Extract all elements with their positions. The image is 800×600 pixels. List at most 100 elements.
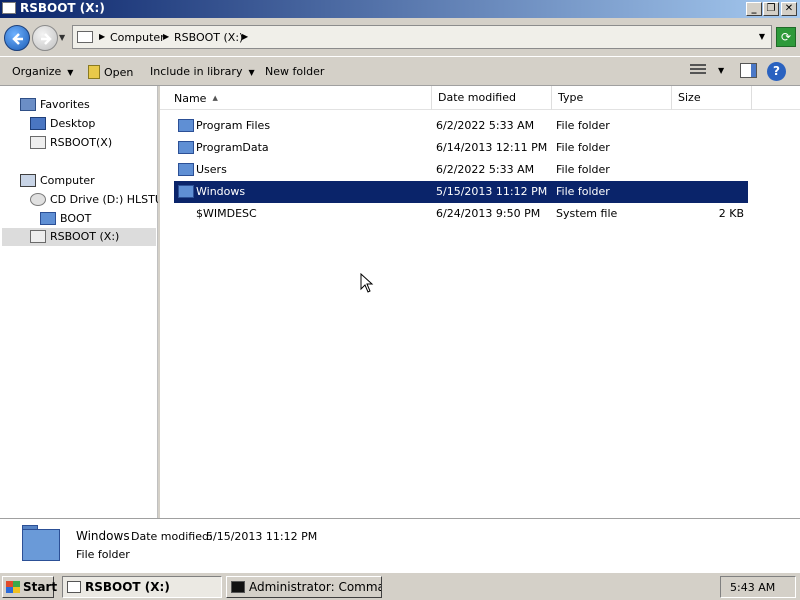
address-bar[interactable]: ▶ Computer ▶ RSBOOT (X:) ▶ ▼ — [72, 25, 772, 49]
forward-arrow-icon — [41, 33, 52, 45]
column-header-type[interactable]: Type — [552, 86, 672, 110]
breadcrumb-separator-icon[interactable]: ▶ — [163, 32, 169, 41]
recent-pages-dropdown[interactable]: ▼ — [59, 33, 65, 42]
nav-computer[interactable]: Computer — [20, 172, 150, 190]
navigation-pane: Favorites Desktop RSBOOT(X) Computer CD … — [0, 86, 158, 518]
file-row[interactable]: Program Files 6/2/2022 5:33 AM File fold… — [174, 115, 748, 137]
drive-icon — [77, 31, 93, 43]
taskbar-button-explorer[interactable]: RSBOOT (X:) — [62, 576, 222, 598]
minimize-button[interactable]: _ — [746, 2, 762, 16]
file-name: $WIMDESC — [196, 207, 257, 220]
open-label: Open — [104, 66, 134, 79]
folder-icon — [40, 212, 56, 225]
file-type: File folder — [556, 185, 610, 198]
system-tray: 5:43 AM — [720, 576, 796, 598]
forward-button[interactable] — [32, 25, 58, 51]
nav-desktop-label: Desktop — [50, 117, 96, 130]
breadcrumb-computer[interactable]: Computer — [110, 31, 165, 44]
folder-icon — [178, 163, 194, 176]
views-dropdown-icon[interactable]: ▼ — [718, 66, 724, 75]
file-list: Name ▲ Date modified Type Size Program Fi… — [160, 86, 800, 518]
file-row[interactable]: Users 6/2/2022 5:33 AM File folder — [174, 159, 748, 181]
file-name: Windows — [196, 185, 246, 198]
nav-computer-label: Computer — [40, 174, 95, 187]
nav-favorites[interactable]: Favorites — [20, 96, 150, 114]
close-button[interactable]: ✕ — [781, 2, 797, 16]
folder-icon — [178, 119, 194, 132]
refresh-button[interactable]: ⟳ — [776, 27, 796, 47]
column-headers: Name ▲ Date modified Type Size — [160, 86, 800, 110]
file-type: System file — [556, 207, 618, 220]
mouse-cursor-icon — [360, 273, 374, 293]
file-type: File folder — [556, 163, 610, 176]
nav-cd-drive[interactable]: CD Drive (D:) HLSTUDIO — [30, 191, 158, 209]
include-in-library-label: Include in library — [150, 65, 243, 78]
nav-boot[interactable]: BOOT — [40, 210, 150, 228]
command-bar: Organize ▼ Open Include in library ▼ New f… — [0, 56, 800, 86]
nav-rsboot-favorite[interactable]: RSBOOT(X) — [30, 134, 150, 152]
file-type: File folder — [556, 141, 610, 154]
address-row: ▼ ▶ Computer ▶ RSBOOT (X:) ▶ ▼ ⟳ — [0, 18, 800, 56]
help-icon[interactable]: ? — [767, 62, 786, 81]
drive-icon — [2, 2, 16, 14]
address-dropdown-icon[interactable]: ▼ — [759, 32, 765, 41]
start-button[interactable]: Start — [2, 576, 58, 598]
title-bar: RSBOOT (X:) _ ❐ ✕ — [0, 0, 800, 18]
nav-boot-label: BOOT — [60, 212, 92, 225]
organize-button[interactable]: Organize ▼ — [12, 65, 73, 78]
drive-icon — [30, 136, 46, 149]
details-item-type: File folder — [76, 548, 130, 561]
drive-icon — [30, 230, 46, 243]
window-title: RSBOOT (X:) — [20, 1, 105, 15]
folder-icon — [178, 185, 194, 198]
start-label: Start — [23, 580, 58, 594]
file-name: ProgramData — [196, 141, 269, 154]
file-name: Users — [196, 163, 227, 176]
views-icon[interactable] — [690, 64, 706, 78]
file-row[interactable]: $WIMDESC 6/24/2013 9:50 PM System file 2… — [174, 203, 748, 225]
refresh-icon: ⟳ — [780, 30, 792, 44]
clock[interactable]: 5:43 AM — [730, 581, 775, 594]
new-folder-button[interactable]: New folder — [265, 65, 324, 78]
column-name-label: Name — [174, 92, 207, 105]
breadcrumb-rsboot[interactable]: RSBOOT (X:) — [174, 31, 243, 44]
nav-desktop[interactable]: Desktop — [30, 115, 150, 133]
file-date: 6/2/2022 5:33 AM — [436, 163, 535, 176]
details-modified-label: Date modified: — [131, 530, 213, 543]
restore-button[interactable]: ❐ — [763, 2, 779, 16]
taskbar-cmd-label: Administrator: Command... — [249, 580, 382, 594]
back-arrow-icon — [12, 33, 23, 45]
open-button[interactable]: Open — [88, 65, 133, 79]
nav-rsboot-x[interactable]: RSBOOT (X:) — [2, 228, 156, 246]
column-header-size[interactable]: Size — [672, 86, 752, 110]
column-header-name[interactable]: Name ▲ — [168, 86, 432, 110]
file-date: 6/2/2022 5:33 AM — [436, 119, 535, 132]
nav-rsboot-x-label: RSBOOT (X:) — [50, 230, 120, 243]
preview-pane-icon[interactable] — [740, 63, 757, 78]
file-row[interactable]: ProgramData 6/14/2013 12:11 PM File fold… — [174, 137, 748, 159]
file-row-selected[interactable]: Windows 5/15/2013 11:12 PM File folder — [174, 181, 748, 203]
taskbar-button-command-prompt[interactable]: Administrator: Command... — [226, 576, 382, 598]
organize-label: Organize — [12, 65, 62, 78]
include-in-library-button[interactable]: Include in library ▼ — [150, 65, 255, 78]
file-date: 6/24/2013 9:50 PM — [436, 207, 541, 220]
file-type: File folder — [556, 119, 610, 132]
back-button[interactable] — [4, 25, 30, 51]
folder-icon — [22, 525, 60, 561]
taskbar-explorer-label: RSBOOT (X:) — [85, 580, 170, 594]
chevron-down-icon: ▼ — [248, 68, 255, 77]
nav-rsboot-favorite-label: RSBOOT(X) — [50, 136, 113, 149]
sort-ascending-icon: ▲ — [212, 94, 218, 102]
command-prompt-icon — [231, 581, 245, 593]
breadcrumb-separator-icon[interactable]: ▶ — [242, 32, 248, 41]
nav-favorites-label: Favorites — [40, 98, 90, 111]
nav-cd-drive-label: CD Drive (D:) HLSTUDIO — [50, 193, 158, 206]
favorites-icon — [20, 98, 36, 111]
open-icon — [88, 65, 100, 79]
folder-icon — [178, 141, 194, 154]
breadcrumb-separator-icon[interactable]: ▶ — [99, 32, 105, 41]
taskbar: Start RSBOOT (X:) Administrator: Command… — [0, 572, 800, 600]
drive-icon — [67, 581, 81, 593]
column-header-date[interactable]: Date modified — [432, 86, 552, 110]
file-date: 5/15/2013 11:12 PM — [436, 185, 548, 198]
